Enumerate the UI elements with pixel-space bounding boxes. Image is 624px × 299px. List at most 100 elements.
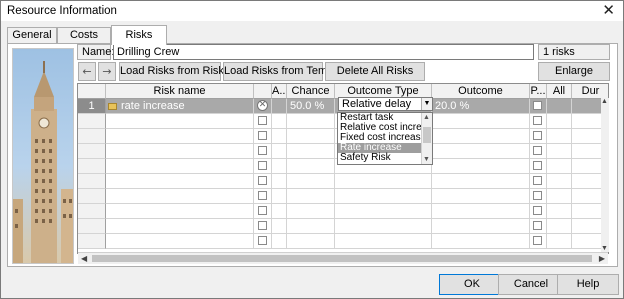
row-checkbox[interactable] <box>258 176 267 185</box>
grid-cell[interactable] <box>287 159 335 174</box>
chevron-down-icon[interactable]: ▼ <box>421 98 432 110</box>
grid-cell[interactable] <box>254 234 272 249</box>
grid-cell[interactable] <box>432 159 530 174</box>
forward-arrow-icon[interactable]: → <box>98 62 116 81</box>
grid-cell[interactable] <box>547 219 572 234</box>
tab-risks[interactable]: Risks <box>111 25 167 45</box>
listbox-scroll-up-icon[interactable]: ▲ <box>423 114 430 121</box>
listbox-scroll-thumb[interactable] <box>423 127 431 143</box>
grid-cell[interactable] <box>432 129 530 144</box>
grid-cell[interactable] <box>272 159 287 174</box>
row-checkbox[interactable] <box>258 191 267 200</box>
grid-cell[interactable] <box>106 219 254 234</box>
grid-cell[interactable] <box>254 144 272 159</box>
row-checkbox[interactable] <box>533 116 542 125</box>
table-row[interactable] <box>78 219 608 234</box>
grid-cell[interactable] <box>530 129 547 144</box>
grid-cell[interactable] <box>287 144 335 159</box>
row-checkbox[interactable] <box>258 206 267 215</box>
grid-cell[interactable] <box>106 159 254 174</box>
col-header-a[interactable]: A... <box>272 84 287 99</box>
row-checkbox[interactable] <box>533 221 542 230</box>
grid-cell[interactable] <box>272 189 287 204</box>
p-cell[interactable] <box>530 99 547 114</box>
listbox-scrollbar[interactable]: ▲ ▼ <box>421 113 432 164</box>
risk-name-cell[interactable]: rate increase <box>106 99 254 114</box>
tab-general[interactable]: General <box>7 27 57 44</box>
grid-cell[interactable] <box>272 144 287 159</box>
grid-cell[interactable] <box>287 204 335 219</box>
table-row[interactable] <box>78 204 608 219</box>
delete-all-risks-button[interactable]: Delete All Risks <box>325 62 425 81</box>
grid-cell[interactable] <box>547 129 572 144</box>
back-arrow-icon[interactable]: ← <box>78 62 96 81</box>
help-button[interactable]: Help <box>557 274 619 295</box>
chance-cell[interactable]: 50.0 % <box>287 99 335 114</box>
grid-cell[interactable] <box>547 204 572 219</box>
p-checkbox[interactable] <box>533 101 542 110</box>
grid-cell[interactable] <box>272 114 287 129</box>
close-icon[interactable]: ✕ <box>602 2 615 19</box>
scroll-down-icon[interactable]: ▼ <box>601 245 608 252</box>
grid-cell[interactable] <box>254 189 272 204</box>
col-header-dur[interactable]: Dur <box>572 84 608 99</box>
grid-cell[interactable] <box>287 189 335 204</box>
row-checkbox[interactable] <box>533 161 542 170</box>
table-row[interactable] <box>78 189 608 204</box>
grid-cell[interactable] <box>432 204 530 219</box>
grid-cell[interactable] <box>106 174 254 189</box>
grid-cell[interactable] <box>287 129 335 144</box>
grid-cell[interactable] <box>530 174 547 189</box>
scroll-thumb[interactable] <box>92 255 592 262</box>
row-checkbox[interactable] <box>258 146 267 155</box>
scroll-left-icon[interactable]: ◀ <box>81 254 87 263</box>
delete-risk-cell[interactable]: ✕ <box>254 99 272 114</box>
row-checkbox[interactable] <box>533 146 542 155</box>
grid-cell[interactable] <box>530 204 547 219</box>
grid-cell[interactable] <box>272 219 287 234</box>
all-cell[interactable] <box>547 99 572 114</box>
outcome-type-listbox[interactable]: Restart task Relative cost increase Fixe… <box>337 112 433 165</box>
grid-cell[interactable] <box>287 114 335 129</box>
col-header-p[interactable]: P... <box>530 84 547 99</box>
grid-cell[interactable] <box>272 129 287 144</box>
row-checkbox[interactable] <box>258 116 267 125</box>
grid-cell[interactable] <box>432 144 530 159</box>
row-checkbox[interactable] <box>258 236 267 245</box>
col-header-all[interactable]: All <box>547 84 572 99</box>
col-header-chance[interactable]: Chance <box>287 84 335 99</box>
grid-cell[interactable] <box>106 234 254 249</box>
grid-cell[interactable] <box>530 114 547 129</box>
row-checkbox[interactable] <box>258 131 267 140</box>
col-header-outcome[interactable]: Outcome <box>432 84 530 99</box>
grid-cell[interactable] <box>254 129 272 144</box>
scroll-up-icon[interactable]: ▲ <box>601 98 608 105</box>
grid-cell[interactable] <box>335 174 432 189</box>
grid-cell[interactable] <box>547 234 572 249</box>
table-row[interactable] <box>78 234 608 249</box>
grid-cell[interactable] <box>547 189 572 204</box>
grid-cell[interactable] <box>530 219 547 234</box>
row-checkbox[interactable] <box>258 161 267 170</box>
grid-cell[interactable] <box>254 159 272 174</box>
grid-cell[interactable] <box>106 204 254 219</box>
row-checkbox[interactable] <box>533 131 542 140</box>
grid-cell[interactable] <box>287 174 335 189</box>
grid-cell[interactable] <box>287 234 335 249</box>
grid-cell[interactable] <box>335 204 432 219</box>
ok-button[interactable]: OK <box>439 274 505 295</box>
tab-costs[interactable]: Costs <box>57 27 111 44</box>
grid-cell[interactable] <box>106 189 254 204</box>
grid-cell[interactable] <box>530 189 547 204</box>
cancel-button[interactable]: Cancel <box>498 274 564 295</box>
grid-cell[interactable] <box>272 234 287 249</box>
grid-cell[interactable] <box>547 174 572 189</box>
grid-cell[interactable] <box>106 129 254 144</box>
option-safety-risk[interactable]: Safety Risk <box>338 153 422 163</box>
grid-cell[interactable] <box>254 219 272 234</box>
grid-cell[interactable] <box>254 114 272 129</box>
row-checkbox[interactable] <box>258 221 267 230</box>
grid-cell[interactable] <box>547 114 572 129</box>
outcome-type-dropdown[interactable]: Relative delay ▼ <box>338 97 433 111</box>
grid-cell[interactable] <box>547 144 572 159</box>
